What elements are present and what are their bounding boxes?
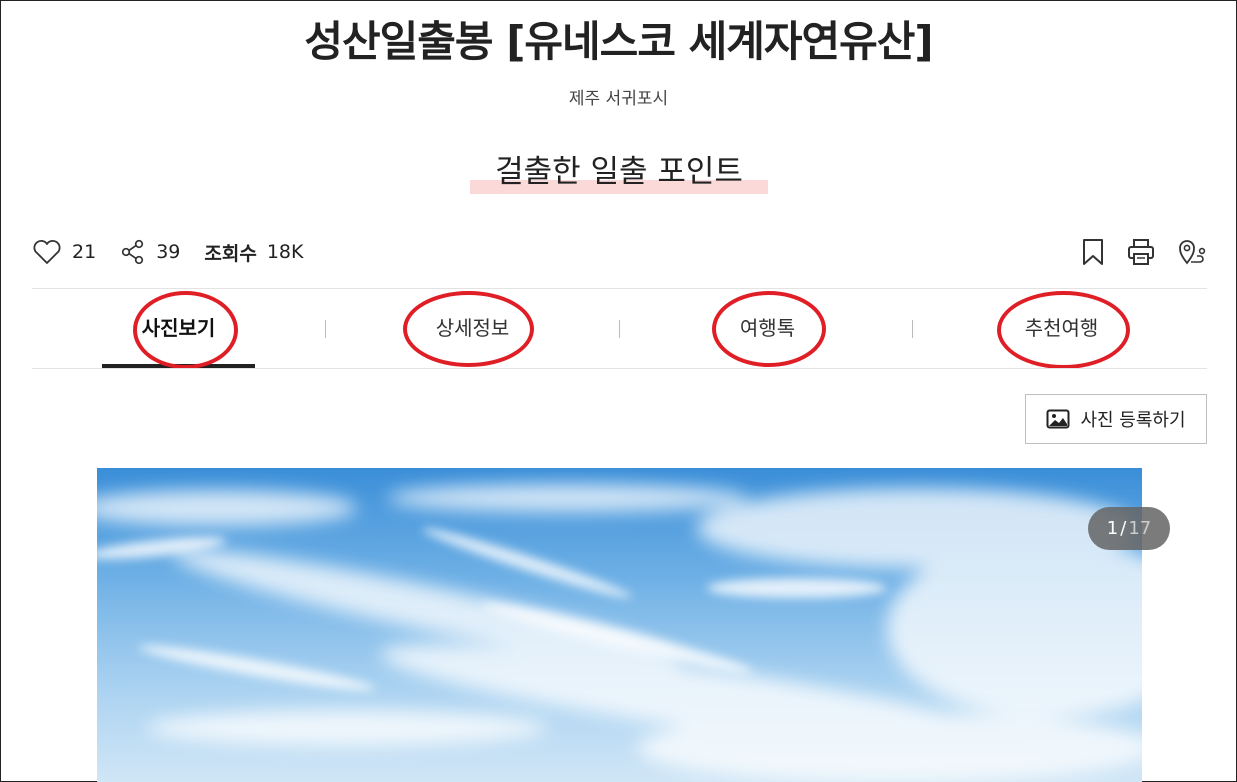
bookmark-button[interactable] <box>1081 238 1105 266</box>
stats-bar: 21 39 조회수 18K <box>32 234 327 270</box>
route-button[interactable] <box>1177 238 1207 266</box>
share-count: 39 <box>156 241 181 263</box>
like-button[interactable]: 21 <box>32 239 96 265</box>
bookmark-icon <box>1083 239 1103 265</box>
upload-photo-label: 사진 등록하기 <box>1080 410 1186 431</box>
location-label: 제주 서귀포시 <box>568 89 669 109</box>
like-count: 21 <box>72 241 97 263</box>
print-button[interactable] <box>1127 238 1155 266</box>
gallery-photo[interactable] <box>97 468 1142 782</box>
tab-separator <box>619 320 620 338</box>
views-value: 18K <box>266 241 304 263</box>
tagline: 걸출한 일출 포인트 <box>470 146 768 196</box>
tab-photos[interactable]: 사진보기 <box>102 306 255 350</box>
divider-top <box>32 288 1207 289</box>
tools-bar <box>1059 234 1207 270</box>
upload-photo-button[interactable]: 사진 등록하기 <box>1025 394 1207 444</box>
gallery-counter: 1 / 17 <box>1088 507 1170 550</box>
views-label: 조회수 <box>204 242 257 265</box>
gallery-separator: / <box>1120 518 1127 539</box>
heart-icon <box>33 239 61 264</box>
view-count: 조회수 18K <box>204 239 303 266</box>
image-icon <box>1046 409 1070 429</box>
tab-details[interactable]: 상세정보 <box>396 306 549 350</box>
sky-clouds-image <box>97 468 1142 782</box>
tab-separator <box>325 320 326 338</box>
tab-separator <box>912 320 913 338</box>
tab-travel-talk[interactable]: 여행톡 <box>691 306 844 350</box>
page-title: 성산일출봉 [유네스코 세계자연유산] <box>304 17 933 66</box>
route-icon <box>1179 240 1206 265</box>
gallery-total: 17 <box>1128 518 1152 539</box>
tab-recommended[interactable]: 추천여행 <box>985 306 1138 350</box>
share-button[interactable]: 39 <box>120 239 180 265</box>
gallery-current: 1 <box>1106 518 1119 539</box>
share-icon <box>122 239 144 265</box>
print-icon <box>1128 239 1154 265</box>
divider-bottom <box>32 368 1207 369</box>
tagline-text: 걸출한 일출 포인트 <box>495 154 743 190</box>
